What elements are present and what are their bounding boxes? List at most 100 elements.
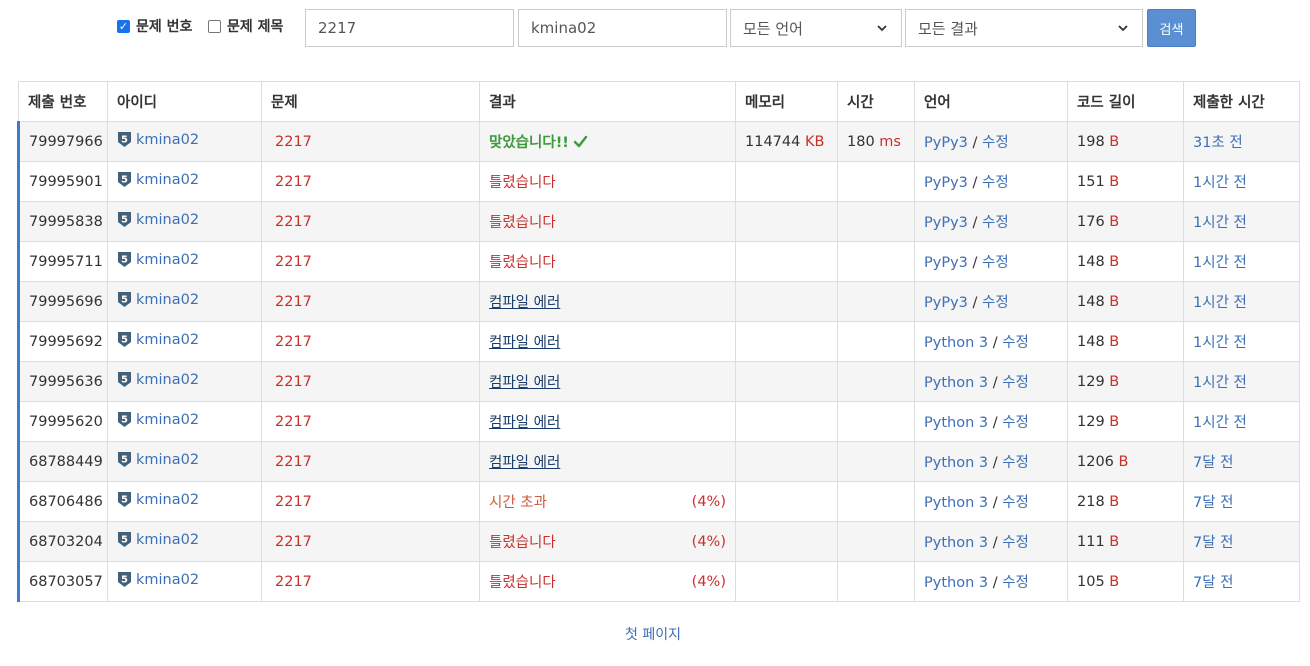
submission-id: 79995636 [17, 361, 108, 402]
language-link[interactable]: PyPy3 [924, 215, 968, 231]
submitted-time-link[interactable]: 7달 전 [1193, 495, 1234, 511]
submitted-time-cell: 7달 전 [1183, 441, 1300, 482]
problem-link[interactable]: 2217 [271, 254, 312, 270]
user-link[interactable]: kmina02 [136, 172, 199, 188]
submitted-time-link[interactable]: 1시간 전 [1193, 295, 1247, 311]
submitted-time-link[interactable]: 1시간 전 [1193, 335, 1247, 351]
user-link[interactable]: kmina02 [136, 252, 199, 268]
language-link[interactable]: Python 3 [924, 575, 988, 591]
language-link[interactable]: Python 3 [924, 455, 988, 471]
problem-search-input[interactable]: 2217 [305, 9, 514, 47]
svg-text:5: 5 [121, 255, 128, 266]
submitted-time-link[interactable]: 1시간 전 [1193, 415, 1247, 431]
problem-link[interactable]: 2217 [271, 494, 312, 510]
edit-link[interactable]: 수정 [1002, 455, 1029, 471]
edit-link[interactable]: 수정 [1002, 535, 1029, 551]
problem-link[interactable]: 2217 [271, 134, 312, 150]
user-link[interactable]: kmina02 [136, 212, 199, 228]
checkmark-icon [573, 135, 588, 148]
result-text[interactable]: 컴파일 에러 [489, 335, 560, 351]
submitted-time-link[interactable]: 1시간 전 [1193, 255, 1247, 271]
result-cell: 컴파일 에러 [479, 401, 736, 442]
user-link[interactable]: kmina02 [136, 412, 199, 428]
user-link[interactable]: kmina02 [136, 292, 199, 308]
memory-cell [735, 481, 838, 522]
user-link[interactable]: kmina02 [136, 372, 199, 388]
memory-cell [735, 241, 838, 282]
language-cell: Python 3 / 수정 [914, 361, 1068, 402]
result-text[interactable]: 컴파일 에러 [489, 375, 560, 391]
edit-link[interactable]: 수정 [1002, 575, 1029, 591]
user-link[interactable]: kmina02 [136, 532, 199, 548]
language-link[interactable]: Python 3 [924, 415, 988, 431]
user-link[interactable]: kmina02 [136, 132, 199, 148]
checkbox-checked-icon[interactable] [117, 19, 130, 33]
user-cell: 5 kmina02 [107, 121, 262, 162]
submitted-time-link[interactable]: 31초 전 [1193, 135, 1243, 151]
user-link[interactable]: kmina02 [136, 332, 199, 348]
problem-link[interactable]: 2217 [271, 214, 312, 230]
edit-link[interactable]: 수정 [1002, 495, 1029, 511]
user-link[interactable]: kmina02 [136, 452, 199, 468]
problem-id-checkbox[interactable]: 문제 번호 [117, 16, 192, 36]
problem-link[interactable]: 2217 [271, 414, 312, 430]
problem-title-checkbox-label: 문제 제목 [227, 19, 284, 35]
submitted-time-link[interactable]: 7달 전 [1193, 455, 1234, 471]
first-page-link[interactable]: 첫 페이지 [0, 624, 1306, 644]
search-button[interactable]: 검색 [1147, 9, 1196, 47]
result-cell: 틀렸습니다 (4%) [479, 561, 736, 602]
language-link[interactable]: Python 3 [924, 375, 988, 391]
language-link[interactable]: Python 3 [924, 495, 988, 511]
code-length-value: 148 [1077, 253, 1105, 270]
submitted-time-link[interactable]: 7달 전 [1193, 575, 1234, 591]
problem-link[interactable]: 2217 [271, 294, 312, 310]
edit-link[interactable]: 수정 [1002, 335, 1029, 351]
result-text[interactable]: 컴파일 에러 [489, 415, 560, 431]
language-select[interactable]: 모든 언어 [730, 9, 902, 47]
language-cell: Python 3 / 수정 [914, 561, 1068, 602]
result-text[interactable]: 컴파일 에러 [489, 295, 560, 311]
submitted-time-link[interactable]: 1시간 전 [1193, 375, 1247, 391]
submitted-time-link[interactable]: 1시간 전 [1193, 175, 1247, 191]
problem-link[interactable]: 2217 [271, 454, 312, 470]
separator: / [972, 255, 978, 271]
problem-cell: 2217 [261, 521, 480, 562]
edit-link[interactable]: 수정 [982, 215, 1009, 231]
user-search-input[interactable]: kmina02 [518, 9, 727, 47]
language-link[interactable]: PyPy3 [924, 295, 968, 311]
problem-link[interactable]: 2217 [271, 174, 312, 190]
submission-id: 79995620 [17, 401, 108, 442]
submitted-time-link[interactable]: 1시간 전 [1193, 215, 1247, 231]
problem-link[interactable]: 2217 [271, 334, 312, 350]
result-select[interactable]: 모든 결과 [905, 9, 1143, 47]
language-link[interactable]: PyPy3 [924, 135, 968, 151]
submitted-time-link[interactable]: 7달 전 [1193, 535, 1234, 551]
time-cell [837, 521, 915, 562]
problem-link[interactable]: 2217 [271, 574, 312, 590]
memory-cell [735, 161, 838, 202]
user-link[interactable]: kmina02 [136, 492, 199, 508]
language-link[interactable]: Python 3 [924, 535, 988, 551]
problem-link[interactable]: 2217 [271, 534, 312, 550]
edit-link[interactable]: 수정 [982, 255, 1009, 271]
result-cell: 틀렸습니다 [479, 161, 736, 202]
problem-cell: 2217 [261, 121, 480, 162]
user-link[interactable]: kmina02 [136, 572, 199, 588]
language-link[interactable]: PyPy3 [924, 175, 968, 191]
table-body: 79997966 5 kmina02 2217 맞았습니다!! 114744 KB 180 … [17, 121, 1300, 602]
problem-cell: 2217 [261, 481, 480, 522]
problem-cell: 2217 [261, 281, 480, 322]
edit-link[interactable]: 수정 [982, 295, 1009, 311]
problem-link[interactable]: 2217 [271, 374, 312, 390]
problem-title-checkbox[interactable]: 문제 제목 [208, 16, 283, 36]
problem-cell: 2217 [261, 561, 480, 602]
checkbox-unchecked-icon[interactable] [208, 19, 221, 33]
result-text[interactable]: 컴파일 에러 [489, 455, 560, 471]
language-link[interactable]: PyPy3 [924, 255, 968, 271]
memory-cell [735, 561, 838, 602]
edit-link[interactable]: 수정 [1002, 415, 1029, 431]
language-link[interactable]: Python 3 [924, 335, 988, 351]
edit-link[interactable]: 수정 [982, 135, 1009, 151]
edit-link[interactable]: 수정 [982, 175, 1009, 191]
edit-link[interactable]: 수정 [1002, 375, 1029, 391]
